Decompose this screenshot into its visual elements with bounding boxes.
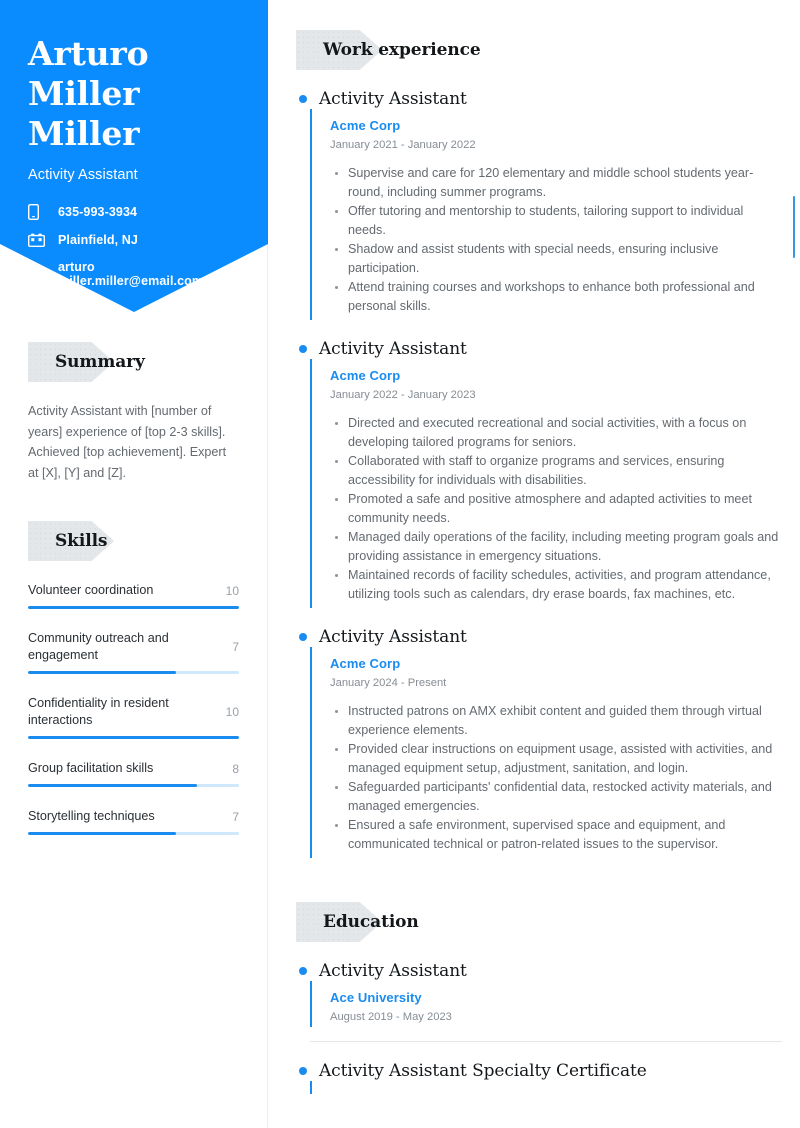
- sidebar: Arturo Miller Miller Activity Assistant …: [0, 0, 268, 1128]
- bullet-item: Shadow and assist students with special …: [335, 240, 782, 278]
- education-entry: Activity Assistant Specialty Certificate: [296, 1061, 782, 1094]
- contact-location[interactable]: Plainfield, NJ: [28, 232, 240, 248]
- work-entry: Activity Assistant Acme Corp January 202…: [296, 339, 782, 608]
- work-entry: Activity Assistant Acme Corp January 202…: [296, 89, 782, 320]
- skill-bar-track: [28, 832, 239, 835]
- skill-score: 7: [232, 809, 239, 824]
- bullet-item: Collaborated with staff to organize prog…: [335, 452, 782, 490]
- education-entry-title: Activity Assistant Specialty Certificate: [319, 1061, 647, 1081]
- education-entry-org[interactable]: Ace University: [330, 990, 782, 1005]
- phone-icon: [28, 204, 47, 220]
- entry-bullet-icon: [299, 345, 307, 353]
- candidate-job-title: Activity Assistant: [28, 167, 138, 183]
- bullet-item: Ensured a safe environment, supervised s…: [335, 816, 782, 854]
- skill-score: 7: [232, 640, 239, 654]
- work-heading: Work experience: [323, 40, 481, 60]
- work-entry-dates: January 2022 - January 2023: [330, 389, 476, 401]
- work-entry: Activity Assistant Acme Corp January 202…: [296, 627, 782, 858]
- skill-bar-track: [28, 736, 239, 739]
- skill-score: 10: [225, 583, 239, 598]
- work-entry-dates: January 2021 - January 2022: [330, 139, 476, 151]
- contact-location-value: Plainfield, NJ: [58, 233, 138, 247]
- skill-bar-track: [28, 671, 239, 674]
- contact-phone[interactable]: 635-993-3934: [28, 204, 240, 220]
- bullet-item: Managed daily operations of the facility…: [335, 528, 782, 566]
- skill-name: Community outreach and engagement: [28, 631, 169, 662]
- education-entry-title: Activity Assistant: [319, 961, 467, 981]
- skills-list: Volunteer coordination 10 Community outr…: [28, 582, 239, 835]
- skill-name: Volunteer coordination: [28, 583, 154, 597]
- resume-page: Arturo Miller Miller Activity Assistant …: [0, 0, 800, 1128]
- education-entry: Activity Assistant Ace University August…: [296, 961, 782, 1042]
- skill-name: Confidentiality in resident interactions: [28, 696, 169, 727]
- skill-bar-fill: [28, 832, 176, 835]
- bullet-item: Supervise and care for 120 elementary an…: [335, 164, 782, 202]
- skill-name: Storytelling techniques: [28, 809, 155, 823]
- entry-bullet-icon: [299, 95, 307, 103]
- contact-list: 635-993-3934 Plainfield, NJ arturo mille…: [28, 204, 240, 288]
- education-entry-dates: August 2019 - May 2023: [330, 1011, 452, 1023]
- work-section-header: Work experience: [296, 30, 782, 70]
- scrollbar-thumb[interactable]: [792, 196, 795, 258]
- bullet-item: Safeguarded participants' confidential d…: [335, 778, 782, 816]
- skill-bar-fill: [28, 606, 239, 609]
- first-name: Arturo: [28, 34, 149, 73]
- skill-score: 10: [225, 705, 239, 719]
- section-divider: [310, 1041, 782, 1042]
- candidate-name: Arturo Miller Miller: [28, 34, 240, 154]
- work-entry-title: Activity Assistant: [319, 627, 467, 647]
- work-entry-dates: January 2024 - Present: [330, 677, 447, 689]
- sidebar-body: Summary Activity Assistant with [number …: [0, 312, 267, 835]
- skill-bar-track: [28, 784, 239, 787]
- entry-bullet-icon: [299, 633, 307, 641]
- bullet-item: Attend training courses and workshops to…: [335, 278, 782, 316]
- skill-bar-fill: [28, 784, 197, 787]
- work-entry-org[interactable]: Acme Corp: [330, 368, 782, 383]
- entry-bullet-icon: [299, 967, 307, 975]
- skill-bar-fill: [28, 671, 176, 674]
- skill-name: Group facilitation skills: [28, 761, 154, 775]
- skill-item: Group facilitation skills 8: [28, 760, 239, 787]
- entry-bullet-icon: [299, 1067, 307, 1075]
- skills-section-header: Skills: [28, 521, 239, 561]
- skill-bar-fill: [28, 736, 239, 739]
- bullet-item: Maintained records of facility schedules…: [335, 566, 782, 604]
- envelope-icon: [28, 266, 47, 282]
- work-entry-org[interactable]: Acme Corp: [330, 118, 782, 133]
- summary-heading: Summary: [55, 352, 145, 372]
- skill-item: Volunteer coordination 10: [28, 582, 239, 609]
- skill-item: Storytelling techniques 7: [28, 808, 239, 835]
- work-entry-org[interactable]: Acme Corp: [330, 656, 782, 671]
- contact-email-value: arturo miller.miller@email.com: [58, 260, 204, 288]
- summary-text: Activity Assistant with [number of years…: [28, 404, 227, 480]
- skill-score: 8: [232, 761, 239, 776]
- contact-phone-value: 635-993-3934: [58, 205, 138, 219]
- bullet-item: Promoted a safe and positive atmosphere …: [335, 490, 782, 528]
- header-banner: Arturo Miller Miller Activity Assistant …: [0, 0, 268, 312]
- contact-email[interactable]: arturo miller.miller@email.com: [28, 260, 240, 288]
- work-entry-bullets: Instructed patrons on AMX exhibit conten…: [330, 702, 782, 854]
- summary-section-header: Summary: [28, 342, 239, 382]
- work-entry-bullets: Directed and executed recreational and s…: [330, 414, 782, 604]
- bullet-item: Instructed patrons on AMX exhibit conten…: [335, 702, 782, 740]
- skill-bar-track: [28, 606, 239, 609]
- bullet-item: Offer tutoring and mentorship to student…: [335, 202, 782, 240]
- bullet-item: Provided clear instructions on equipment…: [335, 740, 782, 778]
- skill-item: Confidentiality in resident interactions…: [28, 695, 239, 739]
- main-content: Work experience Activity Assistant Acme …: [268, 0, 800, 1128]
- bullet-item: Directed and executed recreational and s…: [335, 414, 782, 452]
- work-entry-bullets: Supervise and care for 120 elementary an…: [330, 164, 782, 316]
- work-entry-title: Activity Assistant: [319, 89, 467, 109]
- education-section-header: Education: [296, 902, 782, 942]
- last-name: Miller Miller: [28, 74, 140, 153]
- work-entry-title: Activity Assistant: [319, 339, 467, 359]
- location-building-icon: [28, 232, 47, 248]
- education-heading: Education: [323, 912, 419, 932]
- skill-item: Community outreach and engagement 7: [28, 630, 239, 674]
- skills-heading: Skills: [55, 531, 108, 551]
